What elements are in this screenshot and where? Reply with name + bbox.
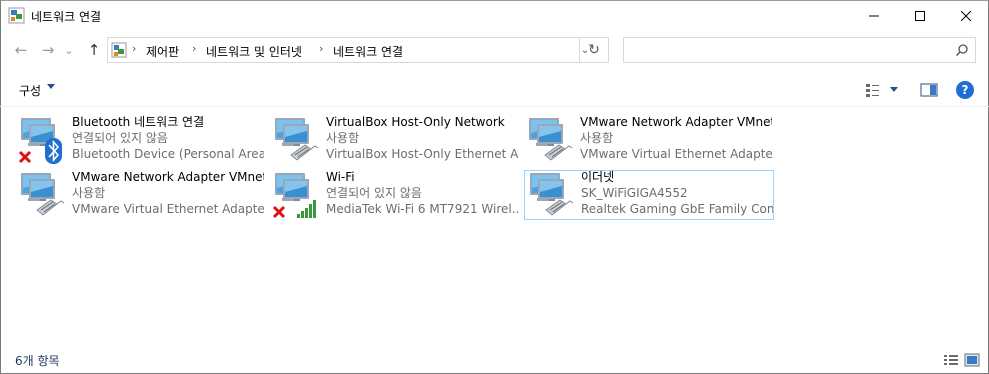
up-button[interactable]: ↑ [83,38,105,62]
bluetooth-icon [45,138,62,164]
ethernet-cable-icon [544,144,573,161]
preview-pane-icon[interactable] [920,82,938,98]
details-view-icon[interactable] [943,352,959,368]
chevron-down-icon: ⌄ [64,43,74,57]
connection-device: VMware Virtual Ethernet Adapter... [72,202,264,216]
connection-name: VirtualBox Host-Only Network [326,115,505,129]
breadcrumb-separator[interactable]: › [132,42,136,55]
connection-status: 사용함 [580,131,614,145]
recent-locations-button[interactable]: ⌄ [62,38,76,62]
connection-device: Realtek Gaming GbE Family Cont... [581,202,773,216]
back-button[interactable]: ← [10,38,32,62]
disabled-x-icon [18,150,32,164]
breadcrumb-control-panel[interactable]: 제어판 [146,43,179,60]
address-bar[interactable]: › 제어판 › 네트워크 및 인터넷 › 네트워크 연결 ⌄ ↻ [107,37,609,63]
connection-item[interactable]: 이더넷 SK_WiFiGIGA4552 Realtek Gaming GbE F… [524,170,774,220]
ethernet-cable-icon [290,144,319,161]
close-button[interactable] [943,0,989,31]
connection-item[interactable]: VMware Network Adapter VMnet1 사용함 VMware… [526,115,776,165]
connection-status: 사용함 [72,186,106,200]
search-box[interactable] [623,37,976,63]
back-arrow-icon: ← [14,41,28,59]
connection-item[interactable]: Bluetooth 네트워크 연결 연결되어 있지 않음 Bluetooth D… [18,115,268,165]
network-adapter-icon [18,118,62,164]
disabled-x-icon [272,205,286,219]
up-arrow-icon: ↑ [87,41,101,59]
title-bar: 네트워크 연결 [0,0,989,31]
forward-button[interactable]: → [37,38,59,62]
connection-status: 연결되어 있지 않음 [326,186,422,200]
change-view-icon[interactable] [865,82,881,98]
connection-device: VirtualBox Host-Only Ethernet A... [326,147,518,161]
organize-menu-button[interactable]: 구성 [19,82,41,99]
network-adapter-icon [21,173,65,216]
help-icon: ? [961,83,969,97]
wifi-signal-bars-icon [297,200,316,218]
network-adapter-icon [529,118,573,161]
refresh-button[interactable]: ↻ [579,38,608,62]
connection-device: Bluetooth Device (Personal Area ... [72,147,264,161]
connection-status: 사용함 [326,131,360,145]
command-bar: 구성 ? [0,74,989,107]
connection-device: VMware Virtual Ethernet Adapter... [580,147,772,161]
minimize-button[interactable] [851,0,897,31]
item-count: 6개 항목 [15,354,60,368]
connection-item[interactable]: Wi-Fi 연결되어 있지 않음 MediaTek Wi-Fi 6 MT7921… [272,170,522,220]
network-adapter-icon [530,173,574,216]
connection-name: VMware Network Adapter VMnet8 [72,170,264,184]
window-title: 네트워크 연결 [31,10,102,24]
close-icon [961,10,971,21]
connection-name: VMware Network Adapter VMnet1 [580,115,772,129]
ethernet-cable-icon [545,199,574,216]
connection-name: Bluetooth 네트워크 연결 [72,115,205,129]
connection-name: 이더넷 [581,170,615,184]
breadcrumb-separator[interactable]: › [192,42,196,55]
view-options-caret-icon[interactable] [889,87,899,93]
connection-status: 연결되어 있지 않음 [72,131,168,145]
breadcrumb-network-internet[interactable]: 네트워크 및 인터넷 [206,43,302,60]
network-connections-icon [8,7,25,24]
network-connections-icon [111,42,127,58]
forward-arrow-icon: → [41,41,55,59]
minimize-icon [869,15,879,16]
maximize-button[interactable] [897,0,943,31]
breadcrumb-separator[interactable]: › [319,42,323,55]
network-adapter-icon [272,173,316,219]
ethernet-cable-icon [36,199,65,216]
connection-name: Wi-Fi [326,170,355,184]
large-icons-view-icon[interactable] [964,352,980,368]
connection-item[interactable]: VirtualBox Host-Only Network 사용함 Virtual… [272,115,522,165]
breadcrumb-network-connections[interactable]: 네트워크 연결 [333,43,403,60]
search-icon[interactable] [955,43,969,57]
help-button[interactable]: ? [956,81,974,99]
connection-device: MediaTek Wi-Fi 6 MT7921 Wirel... [326,202,518,216]
caret-down-icon[interactable] [47,84,55,89]
network-adapter-icon [275,118,319,161]
connection-status: SK_WiFiGIGA4552 [581,186,688,200]
maximize-icon [915,10,925,21]
connection-item[interactable]: VMware Network Adapter VMnet8 사용함 VMware… [18,170,268,220]
search-input[interactable] [628,41,942,61]
refresh-icon: ↻ [588,42,600,58]
